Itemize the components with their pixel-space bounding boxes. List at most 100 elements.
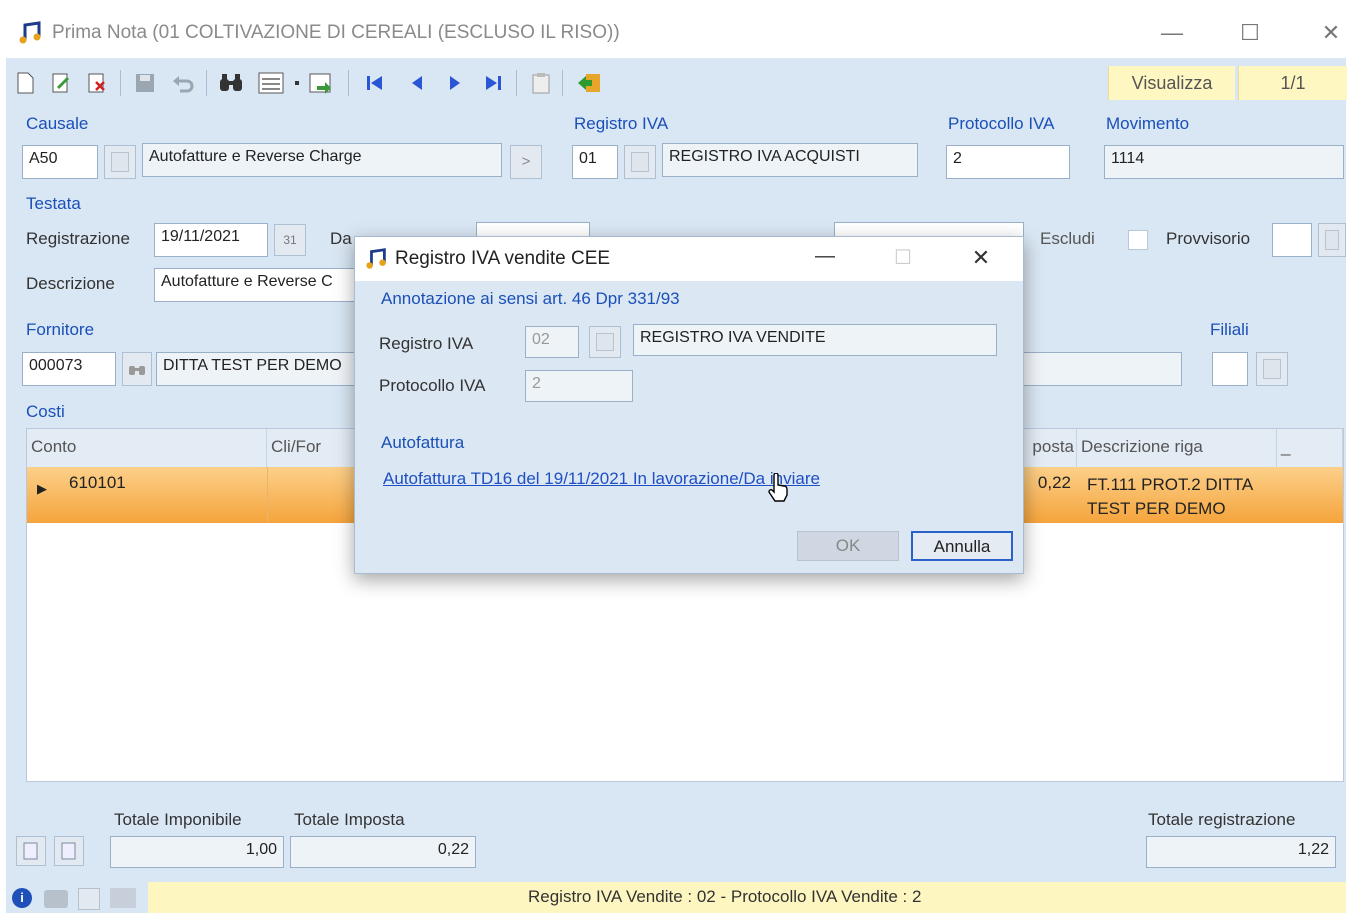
dialog-annotation: Annotazione ai sensi art. 46 Dpr 331/93 — [381, 289, 680, 308]
filiali-field[interactable] — [1212, 352, 1248, 386]
dialog-minimize-button[interactable]: — — [807, 245, 843, 268]
totale-imponibile-field: 1,00 — [110, 836, 284, 868]
list-view-icon[interactable] — [258, 70, 284, 96]
column-header-conto[interactable]: Conto — [27, 429, 267, 467]
footer-left-button-1[interactable] — [16, 836, 46, 866]
fornitore-code-field[interactable]: 000073 — [22, 352, 116, 386]
export-icon[interactable] — [308, 70, 334, 96]
save-icon[interactable] — [132, 70, 158, 96]
escludi-checkbox[interactable] — [1128, 230, 1148, 250]
provvisorio-field[interactable] — [1272, 223, 1312, 257]
binoculars-icon — [129, 366, 145, 375]
totale-imponibile-label: Totale Imponibile — [114, 810, 242, 829]
fornitore-name-field: DITTA TEST PER DEMO — [156, 352, 366, 386]
registro-iva-label: Registro IVA — [574, 114, 669, 133]
info-icon[interactable]: i — [12, 888, 32, 908]
annulla-button[interactable]: Annulla — [911, 531, 1013, 561]
visualizza-button[interactable]: Visualizza — [1108, 66, 1235, 100]
delete-icon[interactable] — [84, 70, 110, 96]
notes-icon[interactable] — [528, 70, 554, 96]
dialog-registro-iva-label: Registro IVA — [379, 334, 474, 353]
edit-icon[interactable] — [48, 70, 74, 96]
maximize-button[interactable]: ☐ — [1230, 18, 1270, 48]
row-imposta: 0,22 — [1037, 473, 1071, 492]
column-header-more[interactable]: _ — [1277, 429, 1343, 467]
dialog-close-button[interactable]: ✕ — [963, 245, 999, 271]
registro-iva-code-field[interactable]: 01 — [572, 145, 618, 179]
toolbar-separator — [120, 70, 121, 96]
toolbar-separator — [348, 70, 349, 96]
printer-icon[interactable] — [44, 890, 68, 908]
causale-lookup-button[interactable] — [104, 145, 136, 179]
totale-registrazione-label: Totale registrazione — [1148, 810, 1296, 829]
registro-iva-lookup-button[interactable] — [624, 145, 656, 179]
toolbar-separator — [206, 70, 207, 96]
calendar-button[interactable]: 31 — [274, 224, 306, 256]
preview-icon[interactable] — [78, 888, 100, 910]
dialog-title: Registro IVA vendite CEE — [395, 248, 611, 269]
dialog-protocollo-iva-field: 2 — [525, 370, 633, 402]
hand-cursor-icon — [767, 472, 789, 503]
column-header-imposta[interactable]: posta — [1023, 429, 1077, 467]
print-setup-icon[interactable] — [110, 888, 136, 908]
dropdown-icon[interactable] — [290, 70, 304, 96]
dialog-protocollo-iva-label: Protocollo IVA — [379, 376, 486, 395]
last-record-icon[interactable] — [480, 70, 506, 96]
causale-label: Causale — [26, 114, 89, 133]
footer-left-button-2[interactable] — [54, 836, 84, 866]
protocollo-iva-field[interactable]: 2 — [946, 145, 1070, 179]
autofattura-link[interactable]: Autofattura TD16 del 19/11/2021 In lavor… — [383, 469, 820, 489]
registro-iva-vendite-dialog: Registro IVA vendite CEE — ☐ ✕ Annotazio… — [354, 236, 1024, 574]
dialog-registro-lookup-button — [589, 326, 621, 358]
causale-description-field: Autofatture e Reverse Charge — [142, 143, 502, 177]
next-record-icon[interactable] — [442, 70, 468, 96]
row-descrizione-riga: FT.111 PROT.2 DITTA TEST PER DEMO — [1087, 475, 1253, 518]
dialog-registro-iva-code: 02 — [525, 326, 579, 358]
status-message-text: Registro IVA Vendite : 02 - Protocollo I… — [528, 887, 922, 906]
protocollo-iva-label: Protocollo IVA — [948, 114, 1055, 133]
status-message: Registro IVA Vendite : 02 - Protocollo I… — [148, 882, 1346, 913]
testata-label: Testata — [26, 194, 81, 213]
document-icon — [61, 842, 76, 860]
new-icon[interactable] — [12, 70, 38, 96]
document-icon — [23, 842, 38, 860]
totale-imposta-label: Totale Imposta — [294, 810, 405, 829]
close-button[interactable]: ✕ — [1311, 18, 1347, 48]
causale-code-field[interactable]: A50 — [22, 145, 98, 179]
fornitore-extra-field — [1020, 352, 1182, 386]
column-header-descrizione-riga[interactable]: Descrizione riga — [1077, 429, 1277, 467]
undo-icon[interactable] — [170, 70, 196, 96]
toolbar-separator — [516, 70, 517, 96]
fornitore-search-button[interactable] — [122, 352, 152, 386]
first-record-icon[interactable] — [362, 70, 388, 96]
row-clifor-cell — [267, 467, 268, 523]
dialog-autofattura-label: Autofattura — [381, 433, 465, 452]
descrizione-label: Descrizione — [26, 274, 115, 293]
totale-registrazione-field: 1,22 — [1146, 836, 1336, 868]
app-icon — [18, 20, 44, 46]
dialog-maximize-button: ☐ — [894, 247, 912, 269]
filiali-label: Filiali — [1210, 320, 1249, 339]
window-title: Prima Nota (01 COLTIVAZIONE DI CEREALI (… — [52, 22, 620, 43]
toolbar-separator — [562, 70, 563, 96]
registro-iva-description-field: REGISTRO IVA ACQUISTI — [662, 143, 918, 177]
filiali-lookup-button[interactable] — [1256, 352, 1288, 386]
dialog-registro-iva-desc: REGISTRO IVA VENDITE — [633, 324, 997, 356]
data-documento-label: Da — [330, 229, 352, 248]
descrizione-field[interactable]: Autofatture e Reverse C — [154, 268, 364, 302]
exit-icon[interactable] — [576, 70, 602, 96]
column-header-clifor[interactable]: Cli/For — [267, 429, 367, 467]
registrazione-label: Registrazione — [26, 229, 130, 248]
row-indicator: ▶ — [37, 481, 47, 496]
provvisorio-lookup-button[interactable] — [1318, 223, 1346, 257]
ok-button[interactable]: OK — [797, 531, 899, 561]
registrazione-date-field[interactable]: 19/11/2021 — [154, 223, 268, 257]
dialog-app-icon — [365, 247, 389, 271]
prev-record-icon[interactable] — [404, 70, 430, 96]
search-binoculars-icon[interactable] — [218, 70, 244, 96]
causale-go-button[interactable]: > — [510, 145, 542, 179]
minimize-button[interactable]: — — [1152, 18, 1192, 48]
record-position: 1/1 — [1238, 66, 1347, 100]
calendar-icon: 31 — [283, 233, 297, 247]
escludi-label: Escludi — [1040, 229, 1095, 248]
